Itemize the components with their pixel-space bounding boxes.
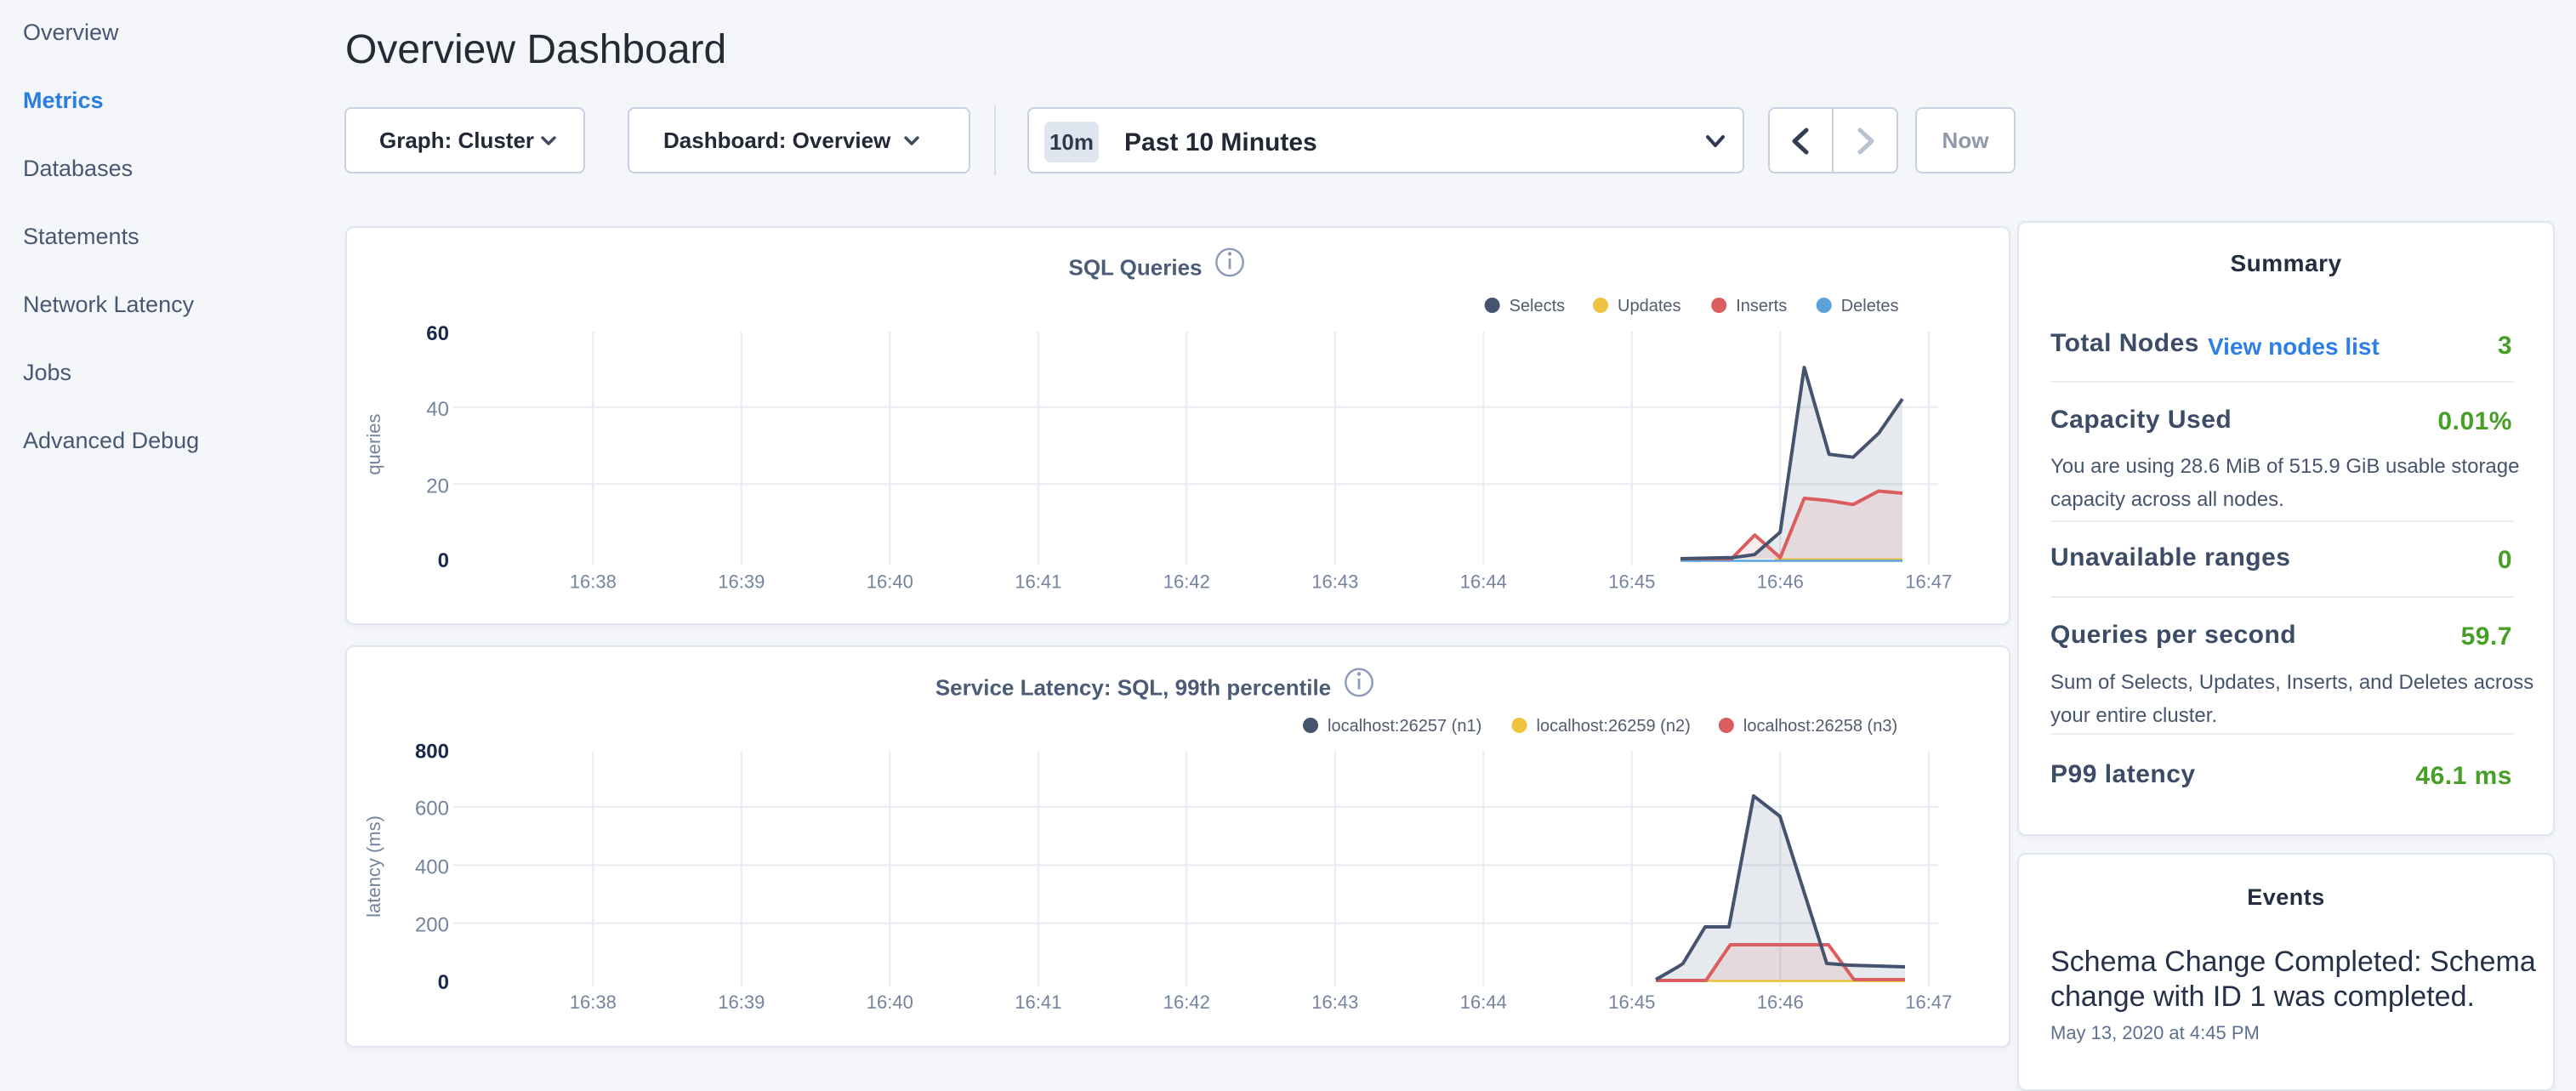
svg-text:16:45: 16:45 <box>1608 992 1655 1013</box>
svg-text:40: 40 <box>426 398 449 421</box>
svg-text:16:40: 16:40 <box>867 571 913 593</box>
svg-text:20: 20 <box>426 474 449 497</box>
svg-text:16:43: 16:43 <box>1311 992 1358 1013</box>
svg-text:60: 60 <box>426 322 449 345</box>
svg-text:800: 800 <box>415 740 449 763</box>
svg-text:16:47: 16:47 <box>1905 992 1952 1013</box>
svg-text:16:39: 16:39 <box>718 571 765 593</box>
svg-text:16:41: 16:41 <box>1015 992 1061 1013</box>
svg-text:400: 400 <box>415 855 449 878</box>
svg-text:16:38: 16:38 <box>570 571 617 593</box>
svg-text:600: 600 <box>415 798 449 821</box>
svg-text:16:44: 16:44 <box>1460 571 1507 593</box>
svg-text:SQL Queries: SQL Queries <box>1068 255 1202 281</box>
svg-text:Inserts: Inserts <box>1736 297 1787 315</box>
svg-text:Selects: Selects <box>1510 297 1566 315</box>
svg-text:16:42: 16:42 <box>1163 571 1210 593</box>
svg-text:16:43: 16:43 <box>1311 571 1358 593</box>
svg-text:localhost:26259 (n2): localhost:26259 (n2) <box>1537 717 1691 736</box>
svg-text:16:47: 16:47 <box>1905 571 1952 593</box>
svg-text:0: 0 <box>438 971 449 994</box>
svg-text:16:39: 16:39 <box>718 992 765 1013</box>
svg-text:Deletes: Deletes <box>1841 297 1899 315</box>
svg-text:16:38: 16:38 <box>570 992 617 1013</box>
svg-text:localhost:26257 (n1): localhost:26257 (n1) <box>1328 717 1481 736</box>
svg-text:Service Latency: SQL, 99th per: Service Latency: SQL, 99th percentile <box>935 675 1331 701</box>
svg-text:queries: queries <box>363 414 384 475</box>
svg-text:16:44: 16:44 <box>1460 992 1507 1013</box>
svg-text:latency (ms): latency (ms) <box>363 815 384 918</box>
svg-text:16:40: 16:40 <box>867 992 913 1013</box>
svg-text:16:42: 16:42 <box>1163 992 1210 1013</box>
svg-text:16:45: 16:45 <box>1608 571 1655 593</box>
svg-text:16:41: 16:41 <box>1015 571 1061 593</box>
svg-text:Updates: Updates <box>1618 297 1681 315</box>
svg-text:localhost:26258 (n3): localhost:26258 (n3) <box>1743 717 1897 736</box>
svg-text:16:46: 16:46 <box>1757 992 1804 1013</box>
svg-text:0: 0 <box>438 549 449 572</box>
svg-text:200: 200 <box>415 914 449 937</box>
svg-text:16:46: 16:46 <box>1757 571 1804 593</box>
